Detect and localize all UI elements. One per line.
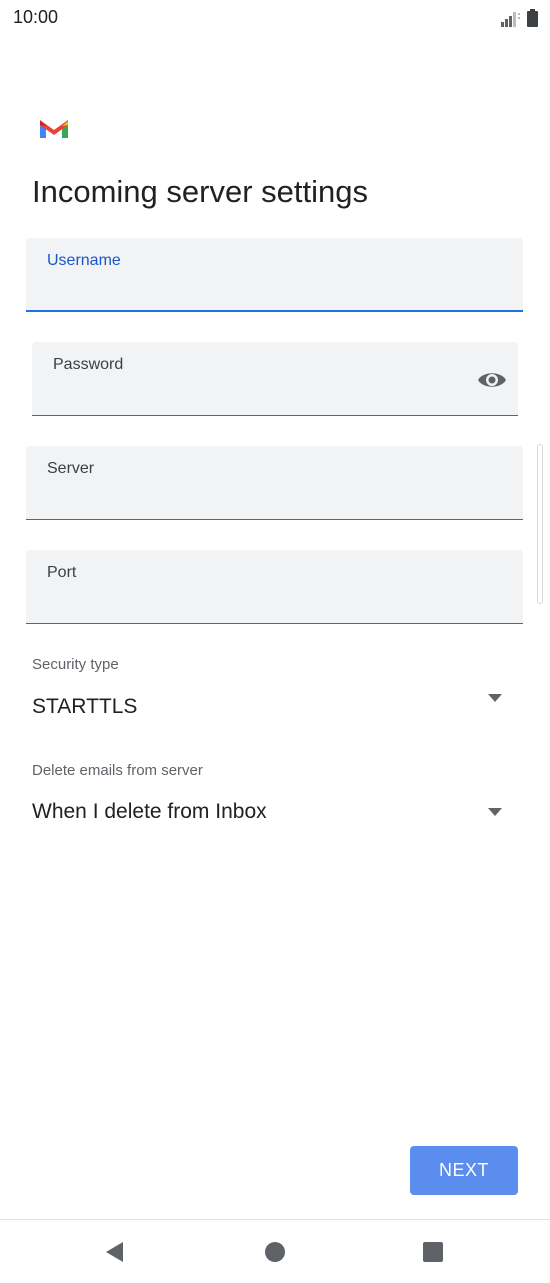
- status-bar: 10:00: [0, 0, 550, 36]
- server-input[interactable]: [47, 489, 473, 511]
- gmail-logo-icon: [40, 120, 68, 138]
- security-type-label: Security type: [32, 656, 119, 673]
- password-field[interactable]: Password: [32, 342, 518, 416]
- page-title: Incoming server settings: [32, 174, 368, 209]
- next-button[interactable]: NEXT: [410, 1146, 518, 1195]
- scrollbar[interactable]: [537, 444, 543, 604]
- back-icon[interactable]: [101, 1238, 129, 1266]
- port-input[interactable]: [47, 593, 473, 615]
- delete-emails-dropdown[interactable]: When I delete from Inbox: [26, 787, 523, 837]
- eye-icon[interactable]: [476, 364, 508, 396]
- password-input[interactable]: [53, 385, 468, 407]
- username-field[interactable]: Username: [26, 238, 523, 312]
- security-type-dropdown[interactable]: STARTTLS: [26, 682, 523, 732]
- delete-emails-value: When I delete from Inbox: [32, 800, 267, 823]
- port-label: Port: [47, 564, 77, 581]
- dropdown-arrow-icon: [488, 694, 502, 702]
- battery-icon: [527, 9, 538, 27]
- navigation-bar: [0, 1219, 550, 1283]
- security-type-value: STARTTLS: [32, 695, 138, 718]
- dropdown-arrow-icon: [488, 808, 502, 816]
- signal-icon: [501, 12, 520, 27]
- username-label: Username: [47, 252, 121, 269]
- recents-icon[interactable]: [419, 1238, 447, 1266]
- server-field[interactable]: Server: [26, 446, 523, 520]
- port-field[interactable]: Port: [26, 550, 523, 624]
- delete-emails-label: Delete emails from server: [32, 762, 203, 779]
- home-icon[interactable]: [261, 1238, 289, 1266]
- server-label: Server: [47, 460, 95, 477]
- password-label: Password: [53, 356, 124, 373]
- status-time: 10:00: [13, 7, 59, 27]
- status-icons: [501, 9, 538, 27]
- username-input[interactable]: [47, 280, 473, 302]
